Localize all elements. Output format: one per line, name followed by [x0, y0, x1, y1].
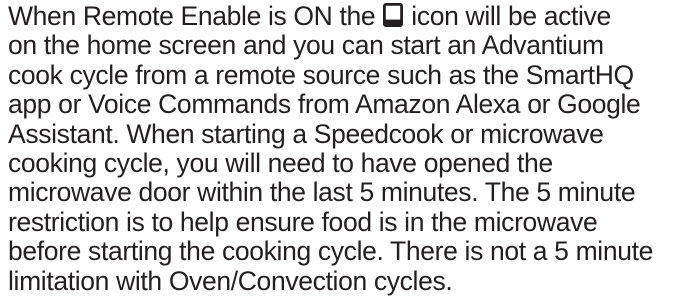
paragraph-line-8: restriction is to help ensure food is in…: [8, 206, 598, 237]
remote-enable-paragraph: When Remote Enable is ON the icon will b…: [8, 1, 684, 296]
remote-enable-icon: [383, 3, 404, 27]
paragraph-line-5: Assistant. When starting a Speedcook or …: [8, 118, 604, 149]
paragraph-line-3: cook cycle from a remote source such as …: [8, 59, 634, 90]
paragraph-line-1: When Remote Enable is ON the icon will b…: [8, 1, 684, 31]
paragraph-line-4: app or Voice Commands from Amazon Alexa …: [8, 89, 641, 120]
paragraph-line-2: on the home screen and you can start an …: [8, 30, 604, 61]
line-1-text-before-icon: When Remote Enable is ON the: [8, 1, 383, 31]
paragraph-line-9: before starting the cooking cycle. There…: [8, 236, 654, 267]
line-1-text-after-icon: icon will be active: [404, 1, 611, 31]
paragraph-line-10: limitation with Oven/Convection cycles.: [8, 265, 453, 296]
paragraph-line-6: cooking cycle, you will need to have ope…: [8, 148, 553, 179]
paragraph-line-7: microwave door within the last 5 minutes…: [8, 177, 636, 208]
